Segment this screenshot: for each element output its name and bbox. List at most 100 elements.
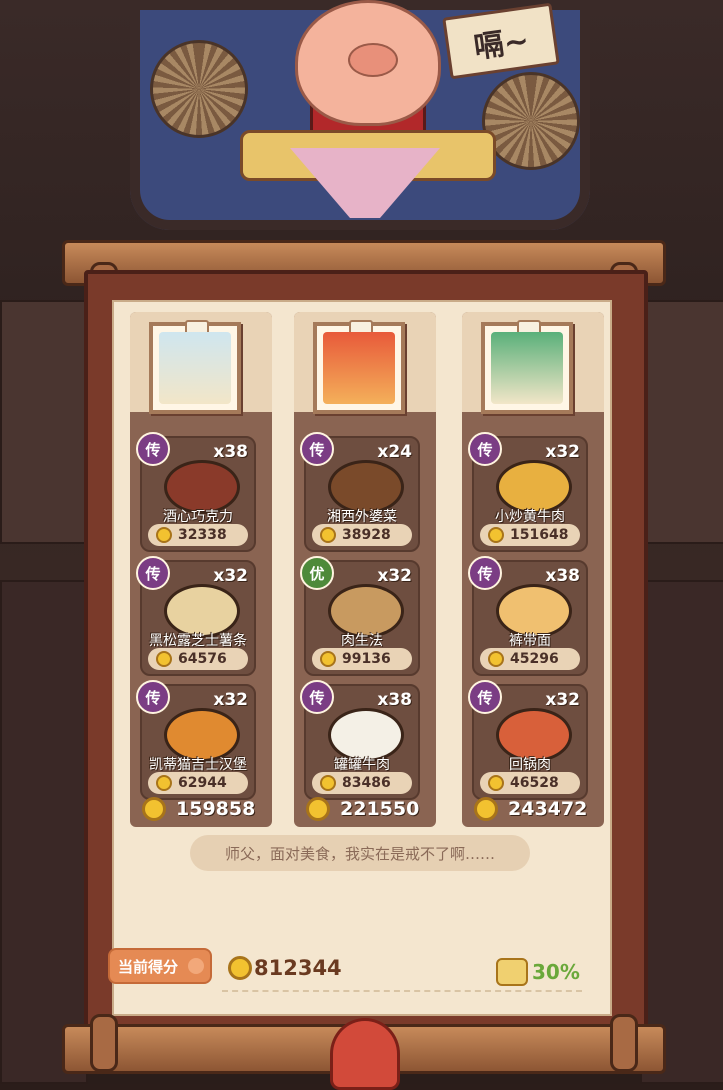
- column-total-value: 243472: [508, 798, 588, 820]
- column-total: 243472: [466, 797, 587, 821]
- dish-score-row: 45296: [480, 648, 580, 670]
- dish-card[interactable]: 传 x32 凯蒂猫吉士汉堡 62944: [136, 680, 256, 800]
- dish-score: 38928: [342, 527, 391, 543]
- dish-score-row: 32338: [148, 524, 248, 546]
- dish-count: x32: [545, 690, 580, 710]
- dish-score-row: 64576: [148, 648, 248, 670]
- dish-score: 83486: [342, 775, 391, 791]
- dish-score: 32338: [178, 527, 227, 543]
- judge-column-3: 传 x32 小炒黄牛肉 151648 传 x38 裤带面 45296 传 x32…: [462, 312, 604, 827]
- judge-portrait[interactable]: [149, 320, 241, 414]
- dish-count: x32: [213, 566, 248, 586]
- gold-ingot-icon: [496, 958, 528, 986]
- rarity-badge: 传: [136, 556, 170, 590]
- total-score: 812344: [228, 956, 342, 980]
- wall-panel-left-lower: [0, 580, 88, 1084]
- dish-score: 151648: [510, 527, 569, 543]
- wall-panel-left: [0, 300, 88, 544]
- coin-icon: [156, 775, 172, 791]
- coin-icon: [142, 797, 166, 821]
- fan-right-icon: [482, 72, 580, 170]
- dish-name: 凯蒂猫吉士汉堡: [149, 757, 247, 773]
- dish-score-row: 62944: [148, 772, 248, 794]
- dish-name: 肉生法: [341, 633, 383, 649]
- knot-tassel-icon: [330, 1018, 400, 1090]
- dish-count: x32: [213, 690, 248, 710]
- current-score-label: 当前得分: [118, 957, 179, 976]
- pig-chef-character[interactable]: [295, 0, 441, 126]
- judge-portrait[interactable]: [481, 320, 573, 414]
- coin-icon: [156, 527, 172, 543]
- dish-count: x32: [545, 442, 580, 462]
- avatar: [323, 332, 395, 404]
- bonus-percent-value: 30%: [532, 960, 580, 984]
- rarity-badge: 传: [136, 432, 170, 466]
- coin-icon: [306, 797, 330, 821]
- coin-icon: [488, 651, 504, 667]
- rarity-badge: 传: [468, 556, 502, 590]
- scroll-knob-bottom-left: [90, 1014, 118, 1072]
- dish-count: x38: [377, 690, 412, 710]
- dish-score: 45296: [510, 651, 559, 667]
- rarity-badge: 传: [468, 432, 502, 466]
- dish-name: 湘西外婆菜: [327, 509, 397, 525]
- dish-score-row: 46528: [480, 772, 580, 794]
- dish-card[interactable]: 传 x38 裤带面 45296: [468, 556, 588, 676]
- dish-score-row: 151648: [480, 524, 580, 546]
- dish-name: 酒心巧克力: [163, 509, 233, 525]
- coin-icon: [488, 527, 504, 543]
- rarity-badge: 传: [300, 432, 334, 466]
- judge-portrait[interactable]: [313, 320, 405, 414]
- total-score-value: 812344: [254, 956, 342, 980]
- dish-count: x24: [377, 442, 412, 462]
- judge-column-2: 传 x24 湘西外婆菜 38928 优 x32 肉生法 99136 传 x38 …: [294, 312, 436, 827]
- fan-left-icon: [150, 40, 248, 138]
- dish-card[interactable]: 传 x24 湘西外婆菜 38928: [300, 432, 420, 552]
- rarity-badge: 传: [300, 680, 334, 714]
- judge-column-1: 传 x38 酒心巧克力 32338 传 x32 黑松露芝士薯条 64576 传 …: [130, 312, 272, 827]
- arrow-right-icon: [188, 958, 204, 974]
- column-total: 221550: [298, 797, 419, 821]
- dish-score: 99136: [342, 651, 391, 667]
- bonus-percent: 30%: [496, 958, 580, 986]
- coin-icon: [156, 651, 172, 667]
- dish-score: 64576: [178, 651, 227, 667]
- coin-icon: [474, 797, 498, 821]
- dish-card[interactable]: 传 x32 回锅肉 46528: [468, 680, 588, 800]
- dish-card[interactable]: 优 x32 肉生法 99136: [300, 556, 420, 676]
- column-total-value: 221550: [340, 798, 420, 820]
- dish-card[interactable]: 传 x38 罐罐牛肉 83486: [300, 680, 420, 800]
- dish-name: 罐罐牛肉: [334, 757, 390, 773]
- dish-count: x38: [545, 566, 580, 586]
- coin-icon: [228, 956, 252, 980]
- dish-score: 46528: [510, 775, 559, 791]
- dialogue-quote: 师父，面对美食，我实在是戒不了啊……: [190, 835, 530, 871]
- dish-name: 回锅肉: [509, 757, 551, 773]
- divider: [222, 990, 582, 992]
- scroll-knob-bottom-right: [610, 1014, 638, 1072]
- rarity-badge: 优: [300, 556, 334, 590]
- avatar: [159, 332, 231, 404]
- coin-icon: [488, 775, 504, 791]
- coin-icon: [320, 651, 336, 667]
- wall-panel-right: [640, 300, 723, 544]
- avatar: [491, 332, 563, 404]
- rarity-badge: 传: [136, 680, 170, 714]
- column-total-value: 159858: [176, 798, 256, 820]
- dish-count: x38: [213, 442, 248, 462]
- dish-card[interactable]: 传 x32 黑松露芝士薯条 64576: [136, 556, 256, 676]
- rarity-badge: 传: [468, 680, 502, 714]
- dish-name: 小炒黄牛肉: [495, 509, 565, 525]
- dish-card[interactable]: 传 x32 小炒黄牛肉 151648: [468, 432, 588, 552]
- dish-count: x32: [377, 566, 412, 586]
- dish-score: 62944: [178, 775, 227, 791]
- pig-snout: [348, 43, 398, 77]
- dish-name: 裤带面: [509, 633, 551, 649]
- column-total: 159858: [134, 797, 255, 821]
- wall-panel-right-lower: [640, 580, 723, 1084]
- current-score-button[interactable]: 当前得分: [108, 948, 212, 984]
- coin-icon: [320, 775, 336, 791]
- dish-name: 黑松露芝士薯条: [149, 633, 247, 649]
- dish-score-row: 38928: [312, 524, 412, 546]
- dish-card[interactable]: 传 x38 酒心巧克力 32338: [136, 432, 256, 552]
